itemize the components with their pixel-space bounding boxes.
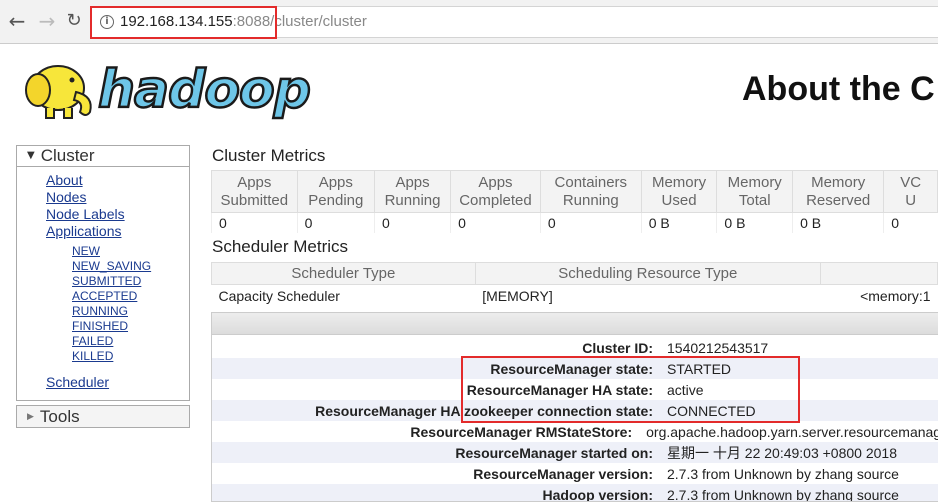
metrics-cell: 0 B (640, 212, 717, 233)
sidebar-tools-header[interactable]: ▶ Tools (16, 405, 190, 428)
scheduler-header[interactable]: Scheduling Resource Type (474, 262, 821, 285)
metrics-header[interactable]: Apps Completed (450, 170, 541, 213)
reload-icon[interactable]: ↻ (63, 10, 85, 32)
about-key: Hadoop version: (542, 486, 653, 502)
sidebar-link-new[interactable]: NEW (72, 244, 151, 259)
scheduler-cell: <memory:1 (860, 287, 931, 304)
browser-toolbar: ← → ↻ i 192.168.134.155:8088/cluster/clu… (0, 0, 938, 44)
metrics-header[interactable]: Memory Total (716, 170, 794, 213)
about-value: 2.7.3 from Unknown by zhang source (667, 486, 899, 502)
svg-text:hadoop: hadoop (98, 60, 310, 120)
about-row: Cluster ID: 1540212543517 (212, 337, 938, 358)
about-value: org.apache.hadoop.yarn.server.resourcema… (646, 423, 938, 440)
sidebar-link-finished[interactable]: FINISHED (72, 319, 151, 334)
about-key: ResourceManager started on: (455, 444, 653, 461)
sidebar-link-about[interactable]: About (46, 172, 125, 189)
about-value: 星期一 十月 22 20:49:03 +0800 2018 (667, 444, 897, 461)
metrics-header[interactable]: Memory Reserved (792, 170, 885, 213)
metrics-cell: 0 B (716, 212, 793, 233)
hadoop-logo[interactable]: hadoop (16, 52, 316, 122)
page-title: About the C (742, 70, 935, 108)
about-value: 1540212543517 (667, 339, 769, 356)
about-value: 2.7.3 from Unknown by zhang source (667, 465, 899, 482)
url-highlight-box (90, 6, 277, 39)
about-key: ResourceManager version: (473, 465, 653, 482)
scheduler-metrics-title: Scheduler Metrics (212, 237, 349, 256)
metrics-cell: 0 B (792, 212, 884, 233)
metrics-header[interactable]: Apps Submitted (211, 170, 298, 213)
sidebar-link-submitted[interactable]: SUBMITTED (72, 274, 151, 289)
metrics-cell: 0 (883, 212, 938, 233)
metrics-cell: 0 (374, 212, 451, 233)
scheduler-cell: [MEMORY] (482, 287, 553, 304)
cluster-metrics-table: Apps Submitted Apps Pending Apps Running Ap… (211, 170, 938, 233)
sidebar-links: About Nodes Node Labels Applications (46, 172, 125, 240)
sidebar-link-failed[interactable]: FAILED (72, 334, 151, 349)
sidebar-cluster-header[interactable]: ▼ Cluster (17, 146, 189, 167)
sidebar-tools-label: Tools (39, 407, 80, 426)
sidebar-link-scheduler[interactable]: Scheduler (46, 374, 109, 390)
sidebar-link-node-labels[interactable]: Node Labels (46, 206, 125, 223)
metrics-header[interactable]: Containers Running (539, 170, 642, 213)
metrics-header[interactable]: VC U (883, 170, 938, 213)
cluster-metrics-title: Cluster Metrics (212, 146, 326, 165)
metrics-cell: 0 (296, 212, 375, 233)
triangle-down-icon: ▼ (27, 150, 35, 161)
sidebar-link-killed[interactable]: KILLED (72, 349, 151, 364)
scheduler-metrics-table: Scheduler Type Scheduling Resource Type … (211, 262, 938, 308)
about-header-bar (212, 313, 938, 335)
sidebar-link-applications[interactable]: Applications (46, 223, 125, 240)
about-row: ResourceManager started on: 星期一 十月 22 20:… (212, 442, 938, 463)
about-row: Hadoop version: 2.7.3 from Unknown by zha… (212, 484, 938, 502)
about-key: Cluster ID: (582, 339, 653, 356)
metrics-cell: 0 (539, 212, 642, 233)
ha-state-highlight-box (461, 356, 800, 423)
metrics-cell: 0 (450, 212, 541, 233)
sidebar: ▼ Cluster About Nodes Node Labels Applica… (16, 145, 190, 401)
arrow-right-icon[interactable]: → (36, 10, 58, 32)
elephant-icon (25, 65, 92, 119)
metrics-header[interactable]: Apps Pending (296, 170, 376, 213)
about-row: ResourceManager RMStateStore: org.apache.… (212, 421, 938, 442)
about-key: ResourceManager RMStateStore: (410, 423, 633, 440)
sidebar-cluster-label: Cluster (40, 146, 95, 165)
metrics-header[interactable]: Memory Used (640, 170, 718, 213)
sidebar-link-accepted[interactable]: ACCEPTED (72, 289, 151, 304)
triangle-right-icon: ▶ (27, 412, 34, 422)
scheduler-header[interactable] (819, 262, 938, 285)
arrow-left-icon[interactable]: ← (6, 10, 28, 32)
metrics-header[interactable]: Apps Running (374, 170, 452, 213)
scheduler-cell: Capacity Scheduler (218, 287, 340, 304)
sidebar-app-states: NEW NEW_SAVING SUBMITTED ACCEPTED RUNNIN… (72, 244, 151, 364)
about-row: ResourceManager version: 2.7.3 from Unkno… (212, 463, 938, 484)
sidebar-link-running[interactable]: RUNNING (72, 304, 151, 319)
metrics-cell: 0 (211, 212, 298, 233)
scheduler-header[interactable]: Scheduler Type (211, 262, 476, 285)
sidebar-link-new-saving[interactable]: NEW_SAVING (72, 259, 151, 274)
sidebar-link-nodes[interactable]: Nodes (46, 189, 125, 206)
